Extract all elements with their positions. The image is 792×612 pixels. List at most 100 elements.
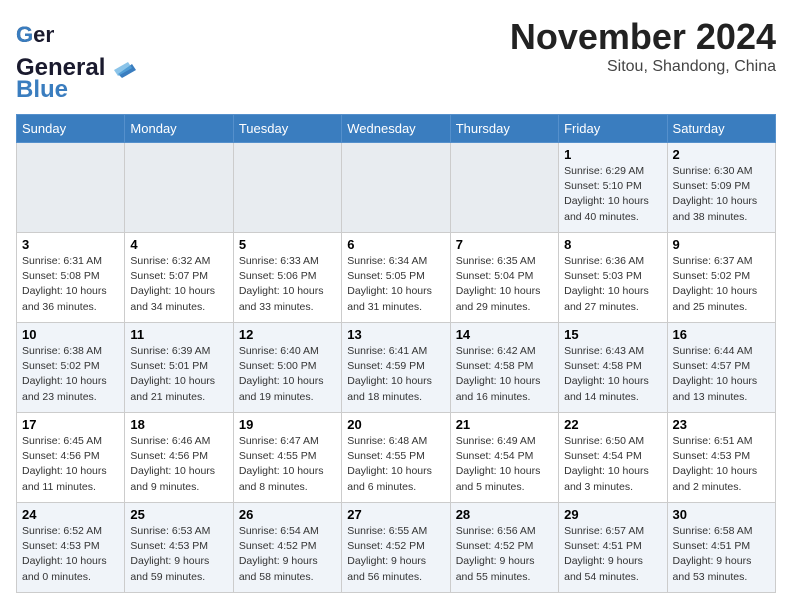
day-number: 18	[130, 417, 227, 432]
day-detail: Sunrise: 6:56 AM Sunset: 4:52 PM Dayligh…	[456, 524, 553, 585]
calendar-day: 18Sunrise: 6:46 AM Sunset: 4:56 PM Dayli…	[125, 413, 233, 503]
weekday-header-tuesday: Tuesday	[233, 115, 341, 143]
calendar-day: 8 Sunrise: 6:36 AM Sunset: 5:03 PM Daylig…	[559, 233, 667, 323]
day-number: 22	[564, 417, 661, 432]
weekday-header-sunday: Sunday	[17, 115, 125, 143]
day-number: 13	[347, 327, 444, 342]
day-number: 10	[22, 327, 119, 342]
calendar-day	[342, 143, 450, 233]
day-detail: Sunrise: 6:36 AM Sunset: 5:03 PM Dayligh…	[564, 254, 661, 315]
day-detail: Sunrise: 6:52 AM Sunset: 4:53 PM Dayligh…	[22, 524, 119, 585]
calendar-day: 17 Sunrise: 6:45 AM Sunset: 4:56 PM Dayli…	[17, 413, 125, 503]
calendar-day: 5 Sunrise: 6:33 AM Sunset: 5:06 PM Daylig…	[233, 233, 341, 323]
page-header: Gen G General Blue November 2024 Sitou, …	[16, 16, 776, 104]
day-number: 7	[456, 237, 553, 252]
calendar-day: 11 Sunrise: 6:39 AM Sunset: 5:01 PM Dayli…	[125, 323, 233, 413]
day-number: 8	[564, 237, 661, 252]
logo-blue-text: Blue	[16, 76, 68, 104]
day-detail: Sunrise: 6:33 AM Sunset: 5:06 PM Dayligh…	[239, 254, 336, 315]
day-number: 12	[239, 327, 336, 342]
day-detail: Sunrise: 6:51 AM Sunset: 4:53 PM Dayligh…	[673, 434, 770, 495]
day-detail: Sunrise: 6:37 AM Sunset: 5:02 PM Dayligh…	[673, 254, 770, 315]
day-detail: Sunrise: 6:34 AM Sunset: 5:05 PM Dayligh…	[347, 254, 444, 315]
title-section: November 2024 Sitou, Shandong, China	[510, 16, 776, 76]
calendar-day: 19 Sunrise: 6:47 AM Sunset: 4:55 PM Dayli…	[233, 413, 341, 503]
weekday-header-friday: Friday	[559, 115, 667, 143]
calendar-day: 4 Sunrise: 6:32 AM Sunset: 5:07 PM Daylig…	[125, 233, 233, 323]
logo: Gen G General Blue	[16, 16, 136, 104]
day-detail: Sunrise: 6:45 AM Sunset: 4:56 PM Dayligh…	[22, 434, 119, 495]
calendar-day: 12 Sunrise: 6:40 AM Sunset: 5:00 PM Dayli…	[233, 323, 341, 413]
day-number: 25	[130, 507, 227, 522]
month-title: November 2024	[510, 16, 776, 58]
day-detail: Sunrise: 6:30 AM Sunset: 5:09 PM Dayligh…	[673, 164, 770, 225]
day-detail: Sunrise: 6:47 AM Sunset: 4:55 PM Dayligh…	[239, 434, 336, 495]
calendar-week-row: 24 Sunrise: 6:52 AM Sunset: 4:53 PM Dayli…	[17, 503, 776, 593]
calendar-day: 21 Sunrise: 6:49 AM Sunset: 4:54 PM Dayli…	[450, 413, 558, 503]
day-detail: Sunrise: 6:35 AM Sunset: 5:04 PM Dayligh…	[456, 254, 553, 315]
svg-text:G: G	[16, 22, 33, 47]
day-detail: Sunrise: 6:49 AM Sunset: 4:54 PM Dayligh…	[456, 434, 553, 495]
day-number: 15	[564, 327, 661, 342]
day-number: 1	[564, 147, 661, 162]
calendar-day: 16 Sunrise: 6:44 AM Sunset: 4:57 PM Dayli…	[667, 323, 775, 413]
day-number: 21	[456, 417, 553, 432]
day-number: 17	[22, 417, 119, 432]
logo-icon: Gen G	[16, 16, 54, 54]
day-detail: Sunrise: 6:40 AM Sunset: 5:00 PM Dayligh…	[239, 344, 336, 405]
day-number: 9	[673, 237, 770, 252]
calendar-table: SundayMondayTuesdayWednesdayThursdayFrid…	[16, 114, 776, 593]
day-number: 16	[673, 327, 770, 342]
calendar-day: 24 Sunrise: 6:52 AM Sunset: 4:53 PM Dayli…	[17, 503, 125, 593]
calendar-day: 29Sunrise: 6:57 AM Sunset: 4:51 PM Dayli…	[559, 503, 667, 593]
day-number: 24	[22, 507, 119, 522]
day-number: 19	[239, 417, 336, 432]
day-detail: Sunrise: 6:53 AM Sunset: 4:53 PM Dayligh…	[130, 524, 227, 585]
day-detail: Sunrise: 6:42 AM Sunset: 4:58 PM Dayligh…	[456, 344, 553, 405]
calendar-day: 13 Sunrise: 6:41 AM Sunset: 4:59 PM Dayli…	[342, 323, 450, 413]
day-detail: Sunrise: 6:44 AM Sunset: 4:57 PM Dayligh…	[673, 344, 770, 405]
day-detail: Sunrise: 6:57 AM Sunset: 4:51 PM Dayligh…	[564, 524, 661, 585]
calendar-day: 14 Sunrise: 6:42 AM Sunset: 4:58 PM Dayli…	[450, 323, 558, 413]
logo-wing-icon	[114, 60, 136, 78]
day-number: 14	[456, 327, 553, 342]
day-number: 2	[673, 147, 770, 162]
calendar-day: 15 Sunrise: 6:43 AM Sunset: 4:58 PM Dayli…	[559, 323, 667, 413]
weekday-header-row: SundayMondayTuesdayWednesdayThursdayFrid…	[17, 115, 776, 143]
calendar-day: 7 Sunrise: 6:35 AM Sunset: 5:04 PM Daylig…	[450, 233, 558, 323]
day-detail: Sunrise: 6:39 AM Sunset: 5:01 PM Dayligh…	[130, 344, 227, 405]
day-detail: Sunrise: 6:32 AM Sunset: 5:07 PM Dayligh…	[130, 254, 227, 315]
calendar-day	[17, 143, 125, 233]
calendar-day: 25 Sunrise: 6:53 AM Sunset: 4:53 PM Dayli…	[125, 503, 233, 593]
day-number: 6	[347, 237, 444, 252]
calendar-day: 6 Sunrise: 6:34 AM Sunset: 5:05 PM Daylig…	[342, 233, 450, 323]
day-number: 5	[239, 237, 336, 252]
weekday-header-thursday: Thursday	[450, 115, 558, 143]
calendar-week-row: 3 Sunrise: 6:31 AM Sunset: 5:08 PM Daylig…	[17, 233, 776, 323]
calendar-day	[233, 143, 341, 233]
weekday-header-monday: Monday	[125, 115, 233, 143]
day-detail: Sunrise: 6:41 AM Sunset: 4:59 PM Dayligh…	[347, 344, 444, 405]
calendar-day	[125, 143, 233, 233]
day-detail: Sunrise: 6:50 AM Sunset: 4:54 PM Dayligh…	[564, 434, 661, 495]
day-detail: Sunrise: 6:38 AM Sunset: 5:02 PM Dayligh…	[22, 344, 119, 405]
day-detail: Sunrise: 6:48 AM Sunset: 4:55 PM Dayligh…	[347, 434, 444, 495]
day-number: 23	[673, 417, 770, 432]
day-number: 27	[347, 507, 444, 522]
calendar-day: 20 Sunrise: 6:48 AM Sunset: 4:55 PM Dayli…	[342, 413, 450, 503]
day-detail: Sunrise: 6:43 AM Sunset: 4:58 PM Dayligh…	[564, 344, 661, 405]
calendar-day: 1Sunrise: 6:29 AM Sunset: 5:10 PM Daylig…	[559, 143, 667, 233]
weekday-header-wednesday: Wednesday	[342, 115, 450, 143]
calendar-day: 26 Sunrise: 6:54 AM Sunset: 4:52 PM Dayli…	[233, 503, 341, 593]
calendar-day: 27Sunrise: 6:55 AM Sunset: 4:52 PM Dayli…	[342, 503, 450, 593]
day-number: 20	[347, 417, 444, 432]
calendar-week-row: 17 Sunrise: 6:45 AM Sunset: 4:56 PM Dayli…	[17, 413, 776, 503]
day-number: 26	[239, 507, 336, 522]
calendar-week-row: 1Sunrise: 6:29 AM Sunset: 5:10 PM Daylig…	[17, 143, 776, 233]
day-detail: Sunrise: 6:31 AM Sunset: 5:08 PM Dayligh…	[22, 254, 119, 315]
day-detail: Sunrise: 6:58 AM Sunset: 4:51 PM Dayligh…	[673, 524, 770, 585]
day-number: 11	[130, 327, 227, 342]
day-detail: Sunrise: 6:54 AM Sunset: 4:52 PM Dayligh…	[239, 524, 336, 585]
day-number: 3	[22, 237, 119, 252]
day-number: 4	[130, 237, 227, 252]
